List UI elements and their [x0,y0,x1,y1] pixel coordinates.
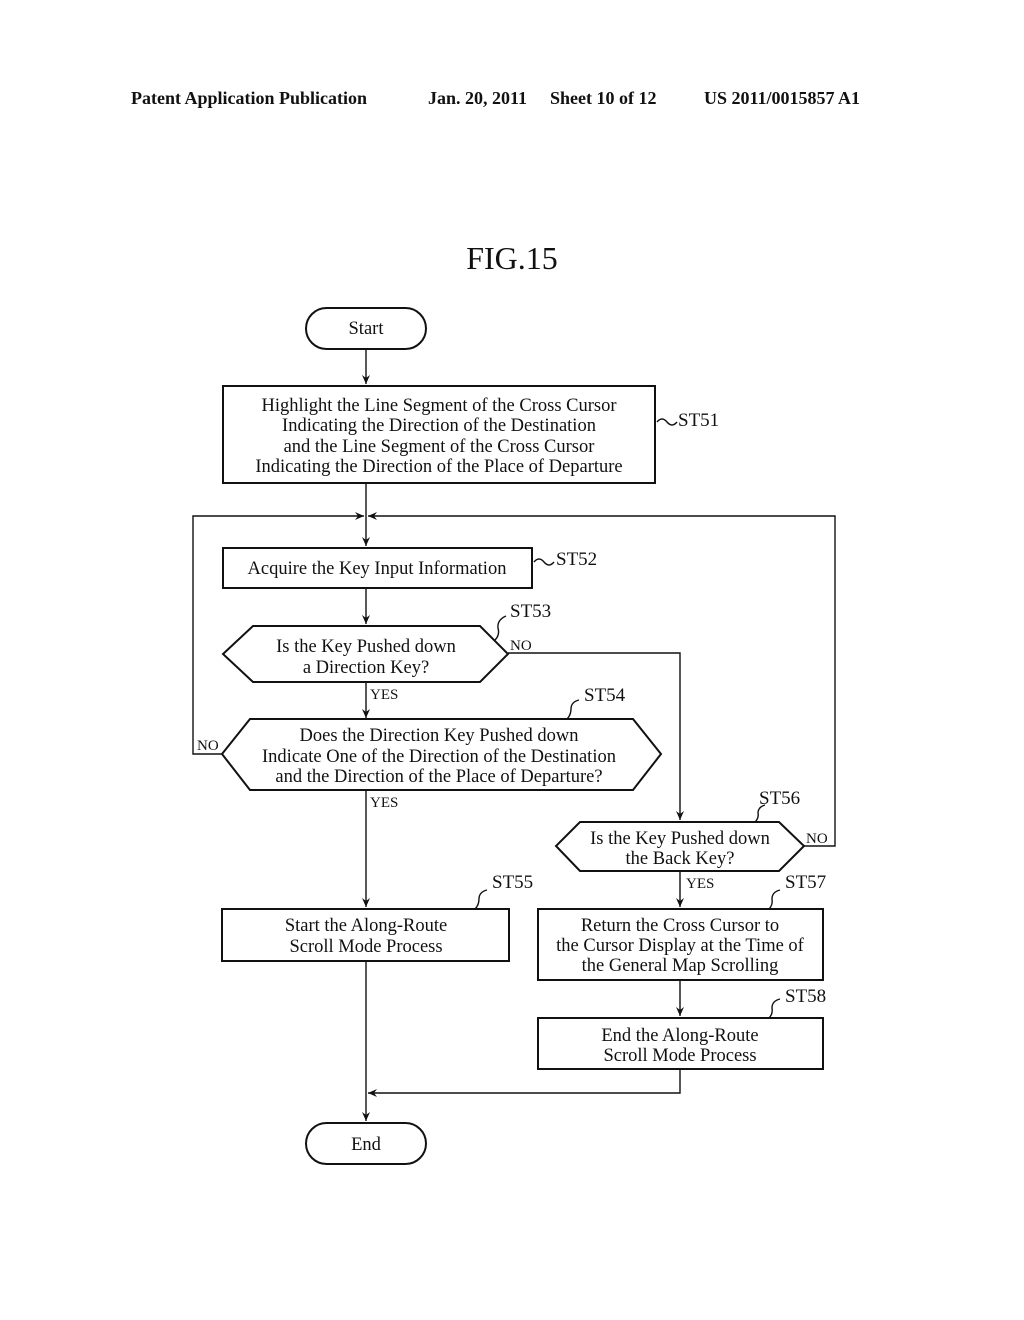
st54-leader [566,699,580,720]
end-label: End [351,1135,382,1155]
st56-line-2: the Back Key? [626,849,735,869]
st51-line-2: Indicating the Direction of the Destinat… [282,416,596,436]
st53-yes-label: YES [370,687,398,703]
start-terminal: Start [305,307,427,350]
step-st55: Start the Along-Route Scroll Mode Proces… [221,872,533,962]
st55-line-2: Scroll Mode Process [289,937,442,957]
flowchart: Start Highlight the Line Segment of the … [192,307,836,1165]
st54-yes-label: YES [370,795,398,811]
st54-no-label: NO [197,738,219,754]
st51-step-label: ST51 [678,410,719,431]
st53-step-label: ST53 [510,601,551,622]
st57-step-label: ST57 [785,872,826,893]
edge-st58-end [368,1069,681,1097]
st54-line-3: and the Direction of the Place of Depart… [275,767,602,787]
step-st57: Return the Cross Cursor to the Cursor Di… [537,872,826,981]
st53-no-label: NO [510,638,532,654]
st51-line-1: Highlight the Line Segment of the Cross … [261,396,616,416]
st58-step-label: ST58 [785,986,826,1007]
st56-step-label: ST56 [759,788,800,809]
st53-leader [494,615,507,641]
start-label: Start [349,319,385,339]
st55-leader [474,889,488,910]
st53-line-2: a Direction Key? [303,658,429,678]
st51-line-3: and the Line Segment of the Cross Cursor [284,437,595,457]
st51-line-4: Indicating the Direction of the Place of… [255,457,622,477]
st57-line-3: the General Map Scrolling [582,956,779,976]
st55-step-label: ST55 [492,872,533,893]
st58-line-1: End the Along-Route [601,1026,758,1046]
st53-line-1: Is the Key Pushed down [276,637,456,657]
st58-line-2: Scroll Mode Process [603,1046,756,1066]
end-terminal: End [305,1122,427,1165]
st51-leader [656,418,678,426]
step-st51: Highlight the Line Segment of the Cross … [222,385,719,484]
decision-st54: Does the Direction Key Pushed down Indic… [197,685,663,811]
st57-line-1: Return the Cross Cursor to [581,916,779,936]
st56-line-1: Is the Key Pushed down [590,829,770,849]
st55-line-1: Start the Along-Route [285,916,447,936]
decision-st53: Is the Key Pushed down a Direction Key? … [221,601,551,703]
step-st52: Acquire the Key Input Information ST52 [222,547,597,589]
st54-line-1: Does the Direction Key Pushed down [300,726,579,746]
st58-leader [768,998,781,1019]
st57-leader [768,889,781,910]
st52-step-label: ST52 [556,549,597,570]
st54-step-label: ST54 [584,685,626,706]
st56-no-label: NO [806,831,828,847]
step-st58: End the Along-Route Scroll Mode Process … [537,986,826,1070]
st52-leader [533,558,555,566]
st52-line-1: Acquire the Key Input Information [248,559,507,579]
st54-line-2: Indicate One of the Direction of the Des… [262,747,616,767]
st56-yes-label: YES [686,876,714,892]
st57-line-2: the Cursor Display at the Time of [556,936,805,956]
